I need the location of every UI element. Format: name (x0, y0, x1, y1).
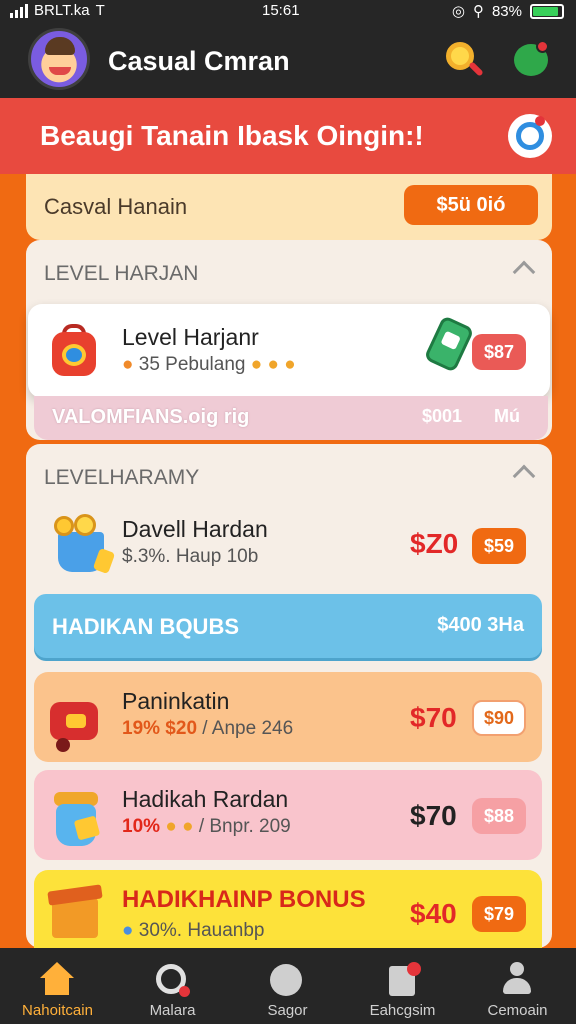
row-price-button[interactable]: $79 (472, 896, 526, 932)
offer-price-button[interactable]: $5ü 0ió (404, 185, 538, 225)
coin-bucket-icon (52, 514, 116, 575)
carrier-label: BRLT.ka (34, 2, 90, 19)
wifi-icon: ⚲ (472, 3, 484, 20)
tab-label: Cemoain (487, 1002, 548, 1019)
chevron-up-icon[interactable] (512, 464, 536, 488)
tab-label: Nahoitcain (22, 1002, 93, 1019)
chat-icon[interactable] (512, 40, 552, 80)
level-item[interactable]: Level Harjanr ● 35 Pebulang ● ● ● $87 (28, 304, 550, 398)
clock: 15:61 (262, 2, 300, 19)
daily-price-button[interactable]: $59 (472, 528, 526, 564)
gift-box-icon (46, 882, 104, 940)
tab-search[interactable]: Malara (115, 948, 230, 1024)
item-price-button[interactable]: $87 (472, 334, 526, 370)
app-title: Casual Cmran (108, 46, 290, 76)
network-icon: T (95, 2, 105, 19)
strip-text: VALOMFIANS.oig rig (52, 406, 250, 428)
status-bar: BRLT.ka T 15:61 ◎ ⚲ 83% (0, 0, 576, 22)
person-icon (498, 962, 536, 998)
daily-title: Davell Hardan (122, 516, 268, 542)
tab-profile[interactable]: Cemoain (460, 948, 575, 1024)
search-icon (153, 962, 191, 998)
battery-percent: 83% (491, 2, 522, 20)
bonus-bar[interactable]: HADIKAN BQUBS $400 3Ha (34, 594, 542, 658)
daily-price: $Z0 (410, 528, 459, 559)
row-subtitle: 10% ● ● / Bnpr. 209 (122, 816, 291, 837)
offer-bar: Casval Hanain $5ü 0ió (26, 174, 552, 240)
row-title: Hadikah Rardan (122, 786, 289, 812)
item-title: Level Harjanr (122, 324, 259, 350)
level-strip: VALOMFIANS.oig rig $001 Mú (34, 396, 548, 440)
offer-row[interactable]: HADIKHAINP BONUS ● 30%. Hauanbp $40 $79 (34, 870, 542, 948)
location-icon: ◎ (451, 3, 465, 20)
section-title-2: LEVELHARAMY (44, 466, 200, 489)
row-price: $70 (410, 702, 457, 733)
chevron-up-icon[interactable] (512, 260, 536, 284)
strip-value: $001 (422, 406, 463, 426)
row-subtitle: 19% $20 / Anpe 246 (122, 718, 294, 739)
tab-document[interactable]: Eahcgsim (345, 948, 460, 1024)
row-price-button[interactable]: $90 (472, 700, 526, 736)
document-icon (383, 962, 421, 998)
home-icon (38, 962, 76, 998)
offer-row[interactable]: Hadikah Rardan 10% ● ● / Bnpr. 209 $70 $… (34, 770, 542, 860)
offer-row[interactable]: Paninkatin 19% $20 / Anpe 246 $70 $90 (34, 672, 542, 762)
tab-face[interactable]: Sagor (230, 948, 345, 1024)
row-price: $40 (410, 898, 457, 929)
app-header: Casual Cmran (0, 22, 576, 98)
bonus-value: $400 3Ha (437, 614, 524, 636)
tab-home[interactable]: Nahoitcain (0, 948, 115, 1024)
daily-subtitle: $.3%. Haup 10b (122, 546, 259, 567)
tab-label: Sagor (267, 1002, 308, 1019)
row-title: Paninkatin (122, 688, 230, 714)
item-subtitle: ● 35 Pebulang ● ● ● (122, 354, 296, 375)
signal-icon (10, 3, 28, 18)
row-title: HADIKHAINP BONUS (122, 886, 366, 913)
search-icon[interactable] (444, 40, 484, 80)
truck-icon (46, 690, 104, 752)
backpack-icon (46, 322, 104, 380)
tab-label: Eahcgsim (369, 1002, 436, 1019)
bottle-icon (423, 315, 475, 373)
row-price: $70 (410, 800, 457, 831)
banner-action-button[interactable] (508, 114, 552, 158)
daily-item[interactable]: Davell Hardan $.3%. Haup 10b $Z0 $59 (34, 496, 548, 592)
cup-icon (46, 788, 104, 846)
row-price-button[interactable]: $88 (472, 798, 526, 834)
row-subtitle: ● 30%. Hauanbp (122, 920, 265, 941)
tab-bar: Nahoitcain Malara Sagor Eahcgsim Cemoain (0, 948, 576, 1024)
promo-banner[interactable]: Beaugi Tanain Ibask Oingin:! (0, 98, 576, 174)
avatar[interactable] (28, 28, 90, 90)
offer-label: Casval Hanain (44, 194, 188, 219)
tab-label: Malara (149, 1002, 196, 1019)
strip-value-2: Mú (494, 406, 520, 426)
battery-icon (530, 3, 564, 19)
section-title: LEVEL HARJAN (44, 262, 199, 285)
bonus-label: HADIKAN BQUBS (52, 614, 239, 639)
face-icon (268, 962, 306, 998)
banner-text: Beaugi Tanain Ibask Oingin:! (40, 120, 424, 151)
